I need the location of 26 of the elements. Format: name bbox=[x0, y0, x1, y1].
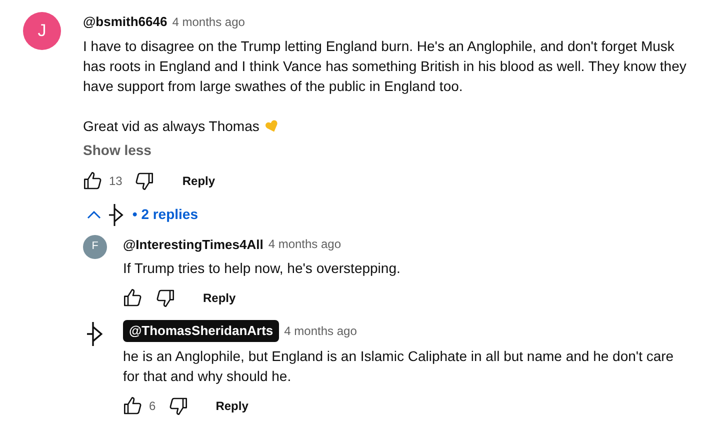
timestamp: 4 months ago bbox=[284, 322, 357, 340]
reply-button[interactable]: Reply bbox=[212, 392, 252, 418]
like-count: 13 bbox=[109, 172, 122, 190]
show-less-link[interactable]: Show less bbox=[83, 140, 152, 160]
creator-badge[interactable]: @ThomasSheridanArts bbox=[123, 320, 280, 342]
thumbs-up-icon[interactable] bbox=[123, 396, 143, 416]
reply-text: he is an Anglophile, but England is an Islamic Caliphate in all but name and he don't care for that and why should he. bbox=[123, 346, 675, 386]
thumbs-down-icon[interactable] bbox=[134, 170, 154, 190]
author-name[interactable]: @bsmith6646 bbox=[83, 12, 168, 32]
channel-logo-icon bbox=[109, 204, 124, 226]
timestamp: 4 months ago bbox=[172, 14, 245, 31]
channel-logo-icon bbox=[86, 322, 104, 346]
comment-text: Great vid as always Thomas bbox=[83, 116, 260, 136]
thumbs-up-icon[interactable] bbox=[123, 288, 143, 308]
like-count: 6 bbox=[149, 398, 156, 414]
avatar[interactable]: J bbox=[23, 12, 61, 50]
thumbs-down-icon[interactable] bbox=[155, 288, 175, 308]
thumbs-up-icon[interactable] bbox=[83, 170, 103, 190]
thumbs-down-icon[interactable] bbox=[168, 396, 188, 416]
timestamp: 4 months ago bbox=[268, 236, 342, 254]
reply-text: If Trump tries to help now, he's overstepping. bbox=[123, 259, 402, 278]
reply-button[interactable]: Reply bbox=[199, 285, 240, 311]
author-name[interactable]: @InterestingTimes4All bbox=[123, 234, 264, 254]
reply-button[interactable]: Reply bbox=[178, 168, 220, 194]
comment-text: I have to disagree on the Trump letting England burn. He's an Anglophile, and don't forget Musk has roots in England and I think Vance has something British in his blood as well. They know they have support from large swathes of the public in England too. bbox=[83, 38, 686, 94]
replies-toggle[interactable]: • 2 replies bbox=[83, 200, 202, 228]
